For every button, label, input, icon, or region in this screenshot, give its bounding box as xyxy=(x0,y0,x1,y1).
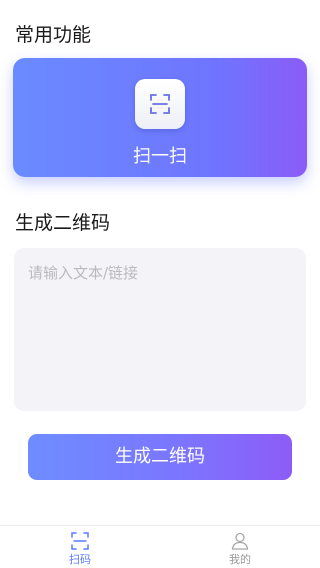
bottom-tab-bar: 扫码 我的 xyxy=(0,525,320,568)
scan-icon xyxy=(71,532,89,550)
tab-scan[interactable]: 扫码 xyxy=(0,526,160,568)
scan-card[interactable]: 扫一扫 xyxy=(13,58,307,177)
page: 常用功能 扫一扫 生成二维码 生成二维码 xyxy=(0,0,320,568)
scan-icon-box xyxy=(135,79,185,129)
text-link-input[interactable] xyxy=(14,248,306,411)
common-functions-title: 常用功能 xyxy=(15,24,92,46)
tab-mine[interactable]: 我的 xyxy=(160,526,320,568)
scan-card-label: 扫一扫 xyxy=(133,146,187,167)
generate-qrcode-button[interactable]: 生成二维码 xyxy=(28,434,292,480)
user-icon xyxy=(231,532,249,550)
scan-icon xyxy=(150,94,170,114)
tab-mine-label: 我的 xyxy=(229,553,251,566)
tab-scan-label: 扫码 xyxy=(69,553,91,566)
generate-qrcode-title: 生成二维码 xyxy=(15,212,111,234)
